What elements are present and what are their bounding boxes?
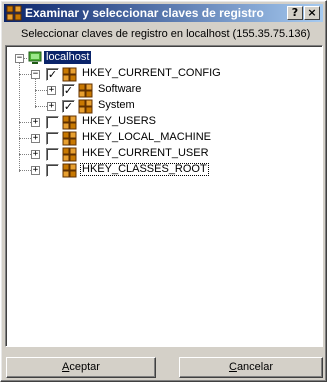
expand-system-toggle[interactable]: + bbox=[47, 102, 56, 111]
software-checkbox[interactable]: ✓ bbox=[62, 84, 75, 97]
cancel-button[interactable]: Cancelar bbox=[179, 357, 323, 378]
tree-node-system[interactable]: System bbox=[96, 99, 137, 112]
registry-key-icon bbox=[62, 147, 77, 162]
registry-key-icon bbox=[62, 163, 77, 178]
tree-line bbox=[19, 62, 20, 172]
close-button[interactable]: × bbox=[304, 6, 320, 20]
cancel-button-accel: C bbox=[228, 361, 237, 373]
cancel-button-label-after: ancelar bbox=[236, 361, 274, 373]
help-button[interactable]: ? bbox=[287, 6, 303, 20]
tree-node-hkey-current-user[interactable]: HKEY_CURRENT_USER bbox=[80, 147, 211, 160]
accept-button[interactable]: Aceptar bbox=[6, 357, 156, 378]
registry-dialog: Examinar y seleccionar claves de registr… bbox=[0, 0, 327, 382]
tree-node-hkey-local-machine[interactable]: HKEY_LOCAL_MACHINE bbox=[80, 131, 213, 144]
registry-key-icon bbox=[62, 131, 77, 146]
hkey-current-user-checkbox[interactable] bbox=[46, 148, 59, 161]
registry-key-icon bbox=[62, 115, 77, 130]
hkey-users-checkbox[interactable] bbox=[46, 116, 59, 129]
expand-hkey-users-toggle[interactable]: + bbox=[31, 118, 40, 127]
hkey-classes-root-checkbox[interactable] bbox=[46, 164, 59, 177]
expand-software-toggle[interactable]: + bbox=[47, 86, 56, 95]
tree-node-localhost[interactable]: localhost bbox=[44, 51, 92, 64]
expand-hkey-local-machine-toggle[interactable]: + bbox=[31, 134, 40, 143]
window-title: Examinar y seleccionar claves de registr… bbox=[25, 6, 264, 20]
instruction-label: Seleccionar claves de registro en localh… bbox=[21, 28, 311, 40]
hkey-local-machine-checkbox[interactable] bbox=[46, 132, 59, 145]
collapse-hkey-current-config-toggle[interactable]: − bbox=[31, 70, 40, 79]
registry-key-icon bbox=[78, 99, 93, 114]
expand-hkey-classes-root-toggle[interactable]: + bbox=[31, 166, 40, 175]
registry-key-icon bbox=[62, 67, 77, 82]
registry-tree[interactable]: − localhost − ✓ HKEY_CURRENT_CONFIG + ✓ … bbox=[5, 45, 323, 347]
registry-key-icon bbox=[78, 83, 93, 98]
registry-icon bbox=[6, 5, 22, 21]
title-bar[interactable]: Examinar y seleccionar claves de registr… bbox=[4, 4, 323, 22]
tree-node-hkey-users[interactable]: HKEY_USERS bbox=[80, 115, 158, 128]
computer-icon bbox=[28, 51, 42, 64]
accept-button-label-after: ceptar bbox=[69, 361, 100, 373]
tree-node-software[interactable]: Software bbox=[96, 83, 143, 96]
system-checkbox[interactable]: ✓ bbox=[62, 100, 75, 113]
expand-hkey-current-user-toggle[interactable]: + bbox=[31, 150, 40, 159]
tree-node-hkey-current-config[interactable]: HKEY_CURRENT_CONFIG bbox=[80, 67, 223, 80]
tree-line bbox=[35, 78, 36, 108]
collapse-localhost-toggle[interactable]: − bbox=[15, 54, 24, 63]
tree-node-hkey-classes-root[interactable]: HKEY_CLASSES_ROOT bbox=[80, 163, 209, 176]
hkey-current-config-checkbox[interactable]: ✓ bbox=[46, 68, 59, 81]
